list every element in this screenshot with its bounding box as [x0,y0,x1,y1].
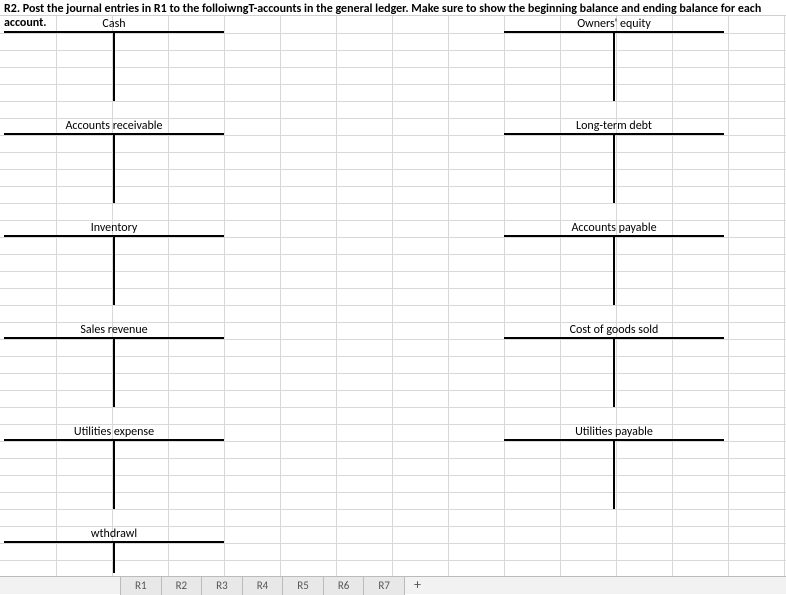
instructions-header: R2. Post the journal entries in R1 to th… [0,0,786,16]
sheet-tab-bar: R1 R2 R3 R4 R5 R6 R7 + [0,576,786,594]
t-account-title: Utilities payable [504,424,724,441]
t-account-body[interactable] [504,237,724,305]
t-account-title: Accounts payable [504,220,724,237]
t-account-accounts-payable: Accounts payable [504,220,724,305]
t-account-inventory: Inventory [4,220,224,305]
t-account-body[interactable] [4,441,224,509]
t-account-body[interactable] [504,33,724,101]
t-account-utilities-expense: Utilities expense [4,424,224,509]
t-account-body[interactable] [4,339,224,407]
t-account-body[interactable] [4,237,224,305]
t-account-body[interactable] [504,339,724,407]
sheet-tab-r7[interactable]: R7 [363,577,405,595]
t-account-body[interactable] [4,135,224,203]
t-account-cost-of-goods-sold: Cost of goods sold [504,322,724,407]
t-account-accounts-receivable: Accounts receivable [4,118,224,203]
t-account-body[interactable] [504,441,724,509]
t-account-owners-equity: Owners' equity [504,16,724,101]
t-account-cash: Cash [4,16,224,101]
t-account-long-term-debt: Long-term debt [504,118,724,203]
sheet-tab-r6[interactable]: R6 [323,577,365,595]
t-account-title: Cost of goods sold [504,322,724,339]
t-account-title: Accounts receivable [4,118,224,135]
t-account-utilities-payable: Utilities payable [504,424,724,509]
t-account-title: wthdrawl [4,526,224,543]
t-account-title: Owners' equity [504,16,724,33]
t-account-body[interactable] [504,135,724,203]
t-account-withdrawal: wthdrawl [4,526,224,573]
t-account-body[interactable] [4,543,224,573]
t-account-sales-revenue: Sales revenue [4,322,224,407]
sheet-tab-r5[interactable]: R5 [282,577,324,595]
sheet-tab-r2[interactable]: R2 [161,577,203,595]
t-account-title: Inventory [4,220,224,237]
sheet-tab-r4[interactable]: R4 [242,577,284,595]
t-account-title: Cash [4,16,224,33]
sheet-tab-r1[interactable]: R1 [120,577,162,595]
spreadsheet-grid[interactable]: Cash Accounts receivable Inventory Sales… [0,16,786,576]
t-account-body[interactable] [4,33,224,101]
t-account-title: Utilities expense [4,424,224,441]
add-sheet-button[interactable]: + [404,577,431,595]
t-account-title: Sales revenue [4,322,224,339]
t-account-title: Long-term debt [504,118,724,135]
sheet-tab-r3[interactable]: R3 [201,577,243,595]
